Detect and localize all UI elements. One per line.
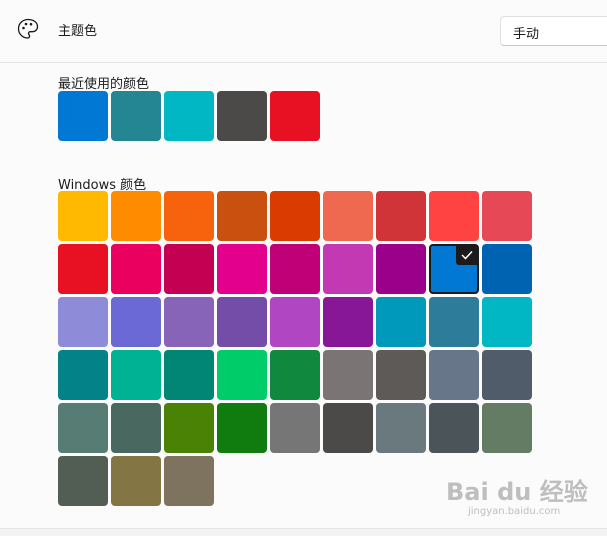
windows-color-swatch[interactable] [270, 350, 320, 400]
windows-color-swatch[interactable] [164, 244, 214, 294]
windows-color-swatch[interactable] [429, 403, 479, 453]
windows-color-swatch[interactable] [376, 244, 426, 294]
windows-color-swatch[interactable] [376, 297, 426, 347]
recent-color-swatch[interactable] [58, 91, 108, 141]
windows-color-swatch[interactable] [217, 244, 267, 294]
windows-color-swatch[interactable] [58, 191, 108, 241]
windows-color-swatch[interactable] [58, 244, 108, 294]
checkmark-icon [456, 245, 478, 265]
windows-color-swatch[interactable] [164, 297, 214, 347]
windows-color-swatch[interactable] [164, 456, 214, 506]
windows-color-swatch[interactable] [217, 350, 267, 400]
baidu-watermark: Bai du 经验 jingyan.baidu.com [446, 470, 596, 520]
windows-color-swatch[interactable] [429, 297, 479, 347]
windows-color-swatch[interactable] [164, 191, 214, 241]
windows-color-swatch[interactable] [270, 403, 320, 453]
windows-color-swatch[interactable] [111, 297, 161, 347]
accent-color-title: 主题色 [58, 24, 98, 39]
windows-color-swatch[interactable] [58, 297, 108, 347]
windows-color-swatch[interactable] [270, 297, 320, 347]
windows-color-swatch[interactable] [111, 403, 161, 453]
recent-colors-label: 最近使用的颜色 [58, 77, 150, 92]
windows-color-swatch[interactable] [323, 244, 373, 294]
recent-color-swatch[interactable] [270, 91, 320, 141]
windows-color-swatch[interactable] [482, 191, 532, 241]
windows-color-swatch[interactable] [323, 350, 373, 400]
windows-color-swatch[interactable] [111, 244, 161, 294]
windows-color-swatch[interactable] [429, 244, 479, 294]
palette-icon [17, 18, 39, 39]
windows-color-swatch[interactable] [58, 456, 108, 506]
accent-mode-value: 手动 [513, 27, 540, 42]
windows-color-swatch[interactable] [217, 191, 267, 241]
windows-color-swatch[interactable] [217, 297, 267, 347]
windows-color-swatch[interactable] [111, 456, 161, 506]
windows-color-swatch[interactable] [217, 403, 267, 453]
windows-color-swatch[interactable] [164, 350, 214, 400]
windows-color-swatch[interactable] [482, 297, 532, 347]
recent-color-swatch[interactable] [111, 91, 161, 141]
recent-color-swatch[interactable] [164, 91, 214, 141]
windows-color-swatch[interactable] [429, 191, 479, 241]
windows-color-swatch[interactable] [323, 297, 373, 347]
windows-color-swatch[interactable] [482, 350, 532, 400]
windows-color-swatch[interactable] [376, 403, 426, 453]
windows-color-swatch[interactable] [58, 350, 108, 400]
accent-mode-dropdown[interactable]: 手动 [500, 16, 607, 46]
windows-color-swatch[interactable] [164, 403, 214, 453]
watermark-url: jingyan.baidu.com [468, 506, 561, 517]
watermark-logo-text: Bai du 经验 [446, 478, 588, 506]
accent-color-card: 主题色 手动 最近使用的颜色 Windows 颜色 Bai du 经验 jing… [0, 0, 607, 529]
windows-color-swatch[interactable] [111, 350, 161, 400]
windows-color-swatch[interactable] [376, 350, 426, 400]
windows-color-swatch[interactable] [270, 191, 320, 241]
windows-color-swatch[interactable] [376, 191, 426, 241]
windows-color-swatch[interactable] [58, 403, 108, 453]
windows-color-swatch[interactable] [482, 403, 532, 453]
accent-color-header: 主题色 手动 [0, 0, 607, 63]
windows-color-swatch[interactable] [270, 244, 320, 294]
windows-color-swatch[interactable] [323, 403, 373, 453]
recent-color-swatch[interactable] [217, 91, 267, 141]
windows-color-swatch[interactable] [111, 191, 161, 241]
windows-color-swatch[interactable] [429, 350, 479, 400]
windows-color-swatch[interactable] [323, 191, 373, 241]
windows-color-swatch[interactable] [482, 244, 532, 294]
